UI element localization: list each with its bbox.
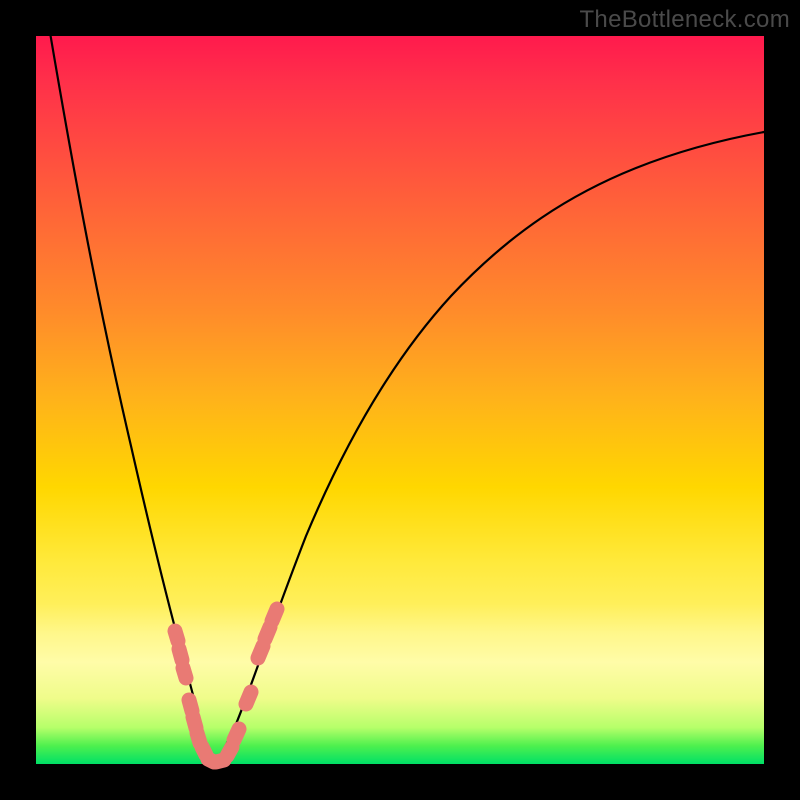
bead [234, 729, 239, 740]
bead [272, 609, 277, 621]
curve-right [215, 132, 764, 763]
chart-frame: TheBottleneck.com [0, 0, 800, 800]
chart-curves [36, 36, 764, 764]
bead [246, 692, 251, 704]
bead [227, 747, 232, 756]
bead [183, 668, 186, 678]
attribution-text: TheBottleneck.com [579, 6, 790, 34]
bead [179, 649, 182, 660]
bead [189, 700, 192, 711]
bead [175, 631, 178, 641]
bead [265, 627, 270, 639]
curve-left [51, 36, 215, 763]
bead [258, 646, 263, 658]
